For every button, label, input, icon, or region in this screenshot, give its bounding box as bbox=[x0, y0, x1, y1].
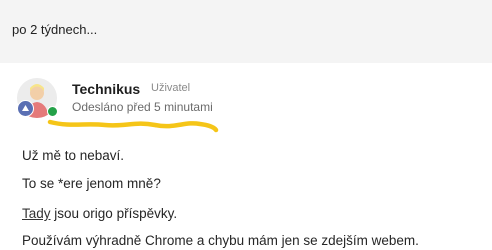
post-line-3-text: jsou origo příspěvky. bbox=[50, 206, 178, 221]
previous-post: po 2 týdnech... bbox=[0, 0, 492, 63]
previous-post-text: po 2 týdnech... bbox=[12, 22, 98, 37]
forum-post: Technikus Uživatel Odesláno před 5 minut… bbox=[0, 63, 492, 250]
post-line-4: Používám výhradně Chrome a chybu mám jen… bbox=[22, 233, 419, 248]
tady-link[interactable]: Tady bbox=[22, 206, 51, 221]
post-line-2: To se *ere jenom mně? bbox=[22, 176, 161, 191]
post-line-3: Tady jsou origo příspěvky. bbox=[22, 206, 177, 221]
post-line-1: Už mě to nebaví. bbox=[22, 148, 125, 163]
